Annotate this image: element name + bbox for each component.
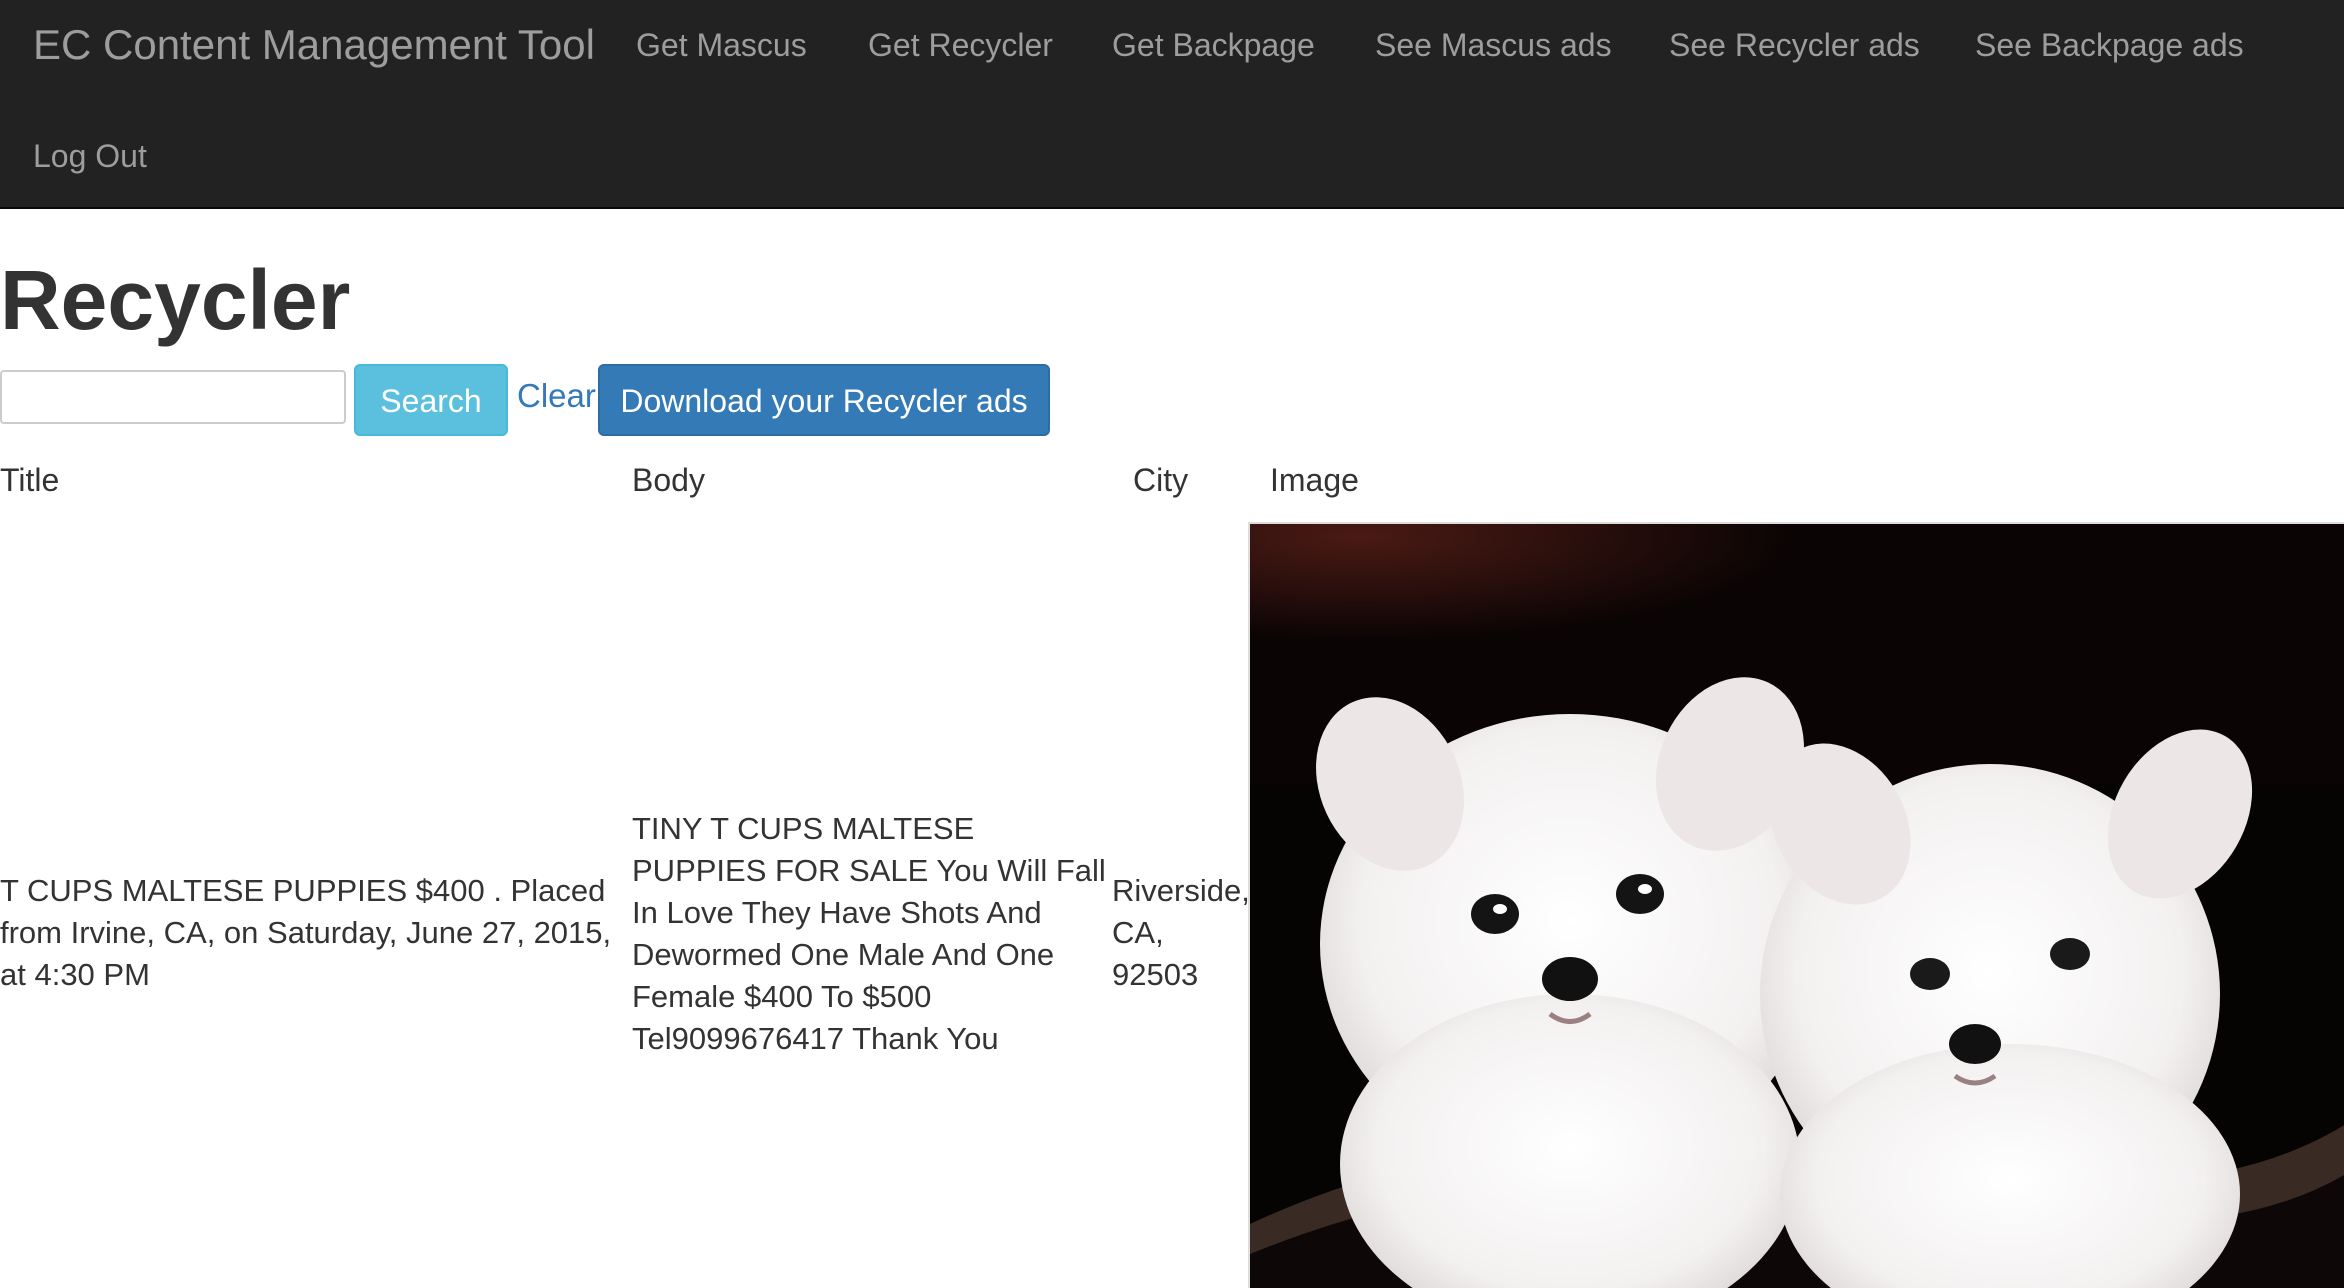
ad-city-cell: Riverside, CA, 92503 (1112, 873, 1250, 992)
column-header-body: Body (632, 462, 705, 498)
ad-image (1248, 522, 2344, 1288)
column-header-city: City (1133, 462, 1189, 498)
clear-link[interactable]: Clear (517, 376, 596, 416)
ad-body-cell: TINY T CUPS MALTESE PUPPIES FOR SALE You… (632, 811, 1106, 1056)
page-title: Recycler (0, 253, 351, 347)
puppies-photo (1250, 524, 2344, 1288)
nav-log-out[interactable]: Log Out (33, 136, 147, 176)
top-navbar: EC Content Management Tool Get Mascus Ge… (0, 0, 2344, 209)
ad-title-cell: T CUPS MALTESE PUPPIES $400 . Placed fro… (0, 873, 612, 992)
nav-see-mascus-ads[interactable]: See Mascus ads (1375, 25, 1612, 65)
nav-see-backpage-ads[interactable]: See Backpage ads (1975, 25, 2244, 65)
search-button[interactable]: Search (354, 364, 508, 436)
column-header-image: Image (1270, 462, 1359, 498)
nav-get-recycler[interactable]: Get Recycler (868, 25, 1053, 65)
search-input[interactable] (0, 370, 346, 424)
brand-link[interactable]: EC Content Management Tool (33, 20, 595, 70)
download-recycler-ads-button[interactable]: Download your Recycler ads (598, 364, 1050, 436)
nav-get-backpage[interactable]: Get Backpage (1112, 25, 1315, 65)
nav-get-mascus[interactable]: Get Mascus (636, 25, 807, 65)
column-header-title: Title (0, 462, 60, 498)
nav-see-recycler-ads[interactable]: See Recycler ads (1669, 25, 1920, 65)
